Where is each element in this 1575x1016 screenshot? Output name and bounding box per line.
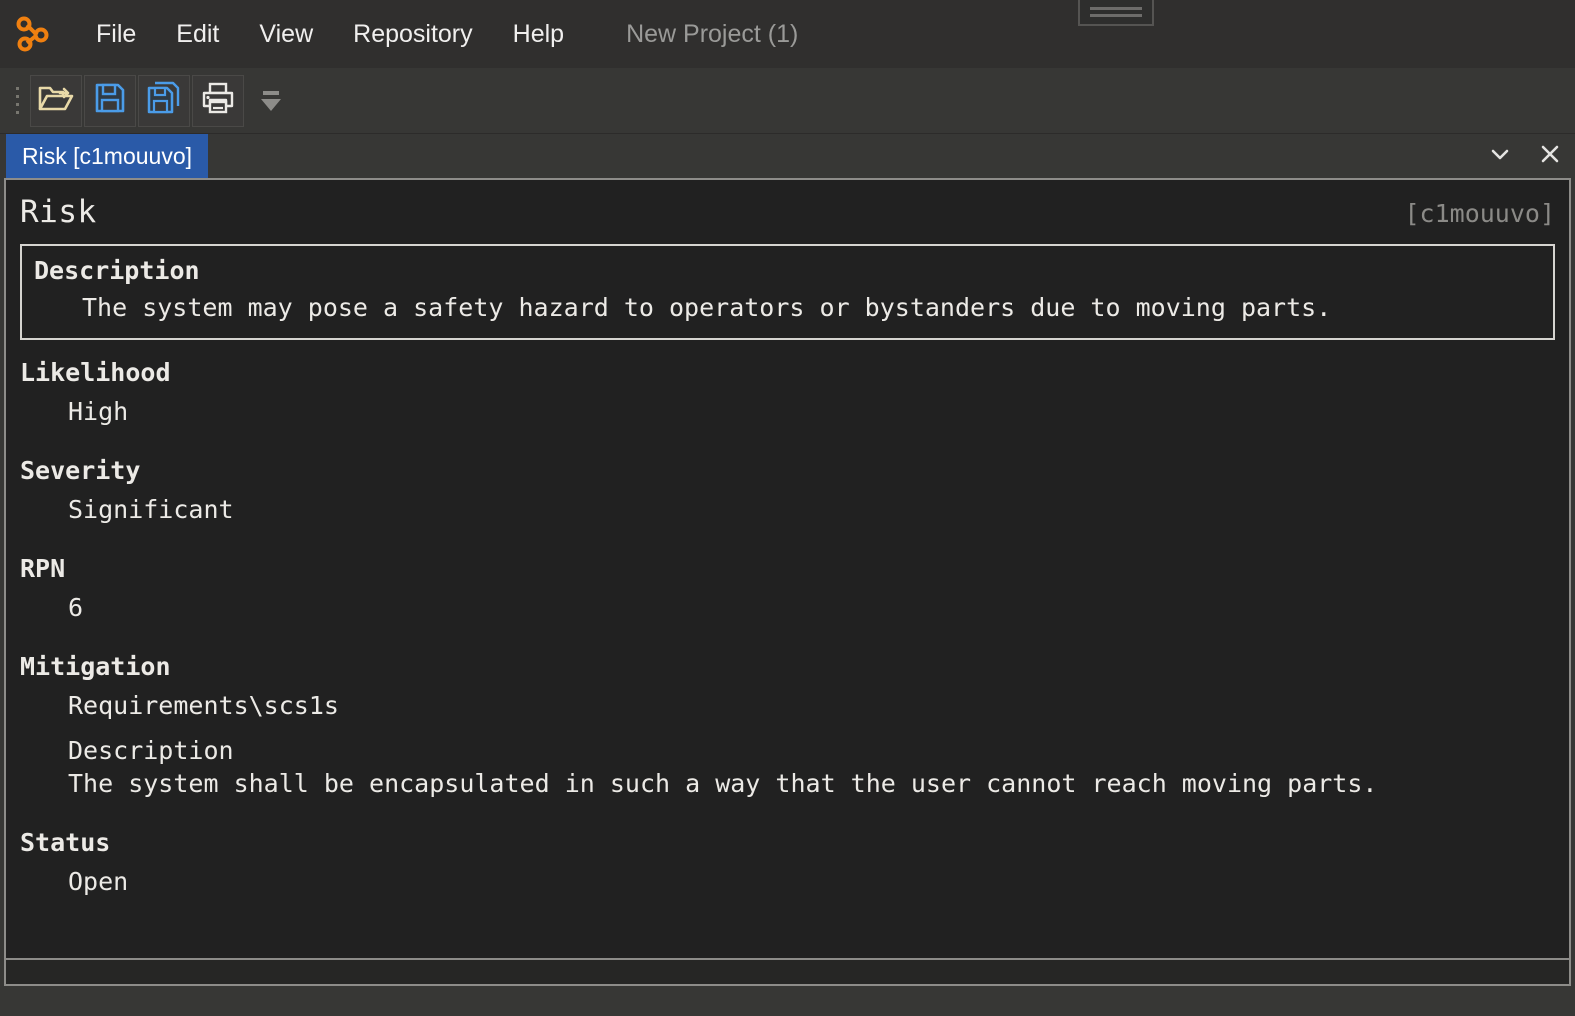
tab-strip-spacer bbox=[208, 134, 1475, 178]
mitigation-description-value: The system shall be encapsulated in such… bbox=[68, 769, 1378, 798]
menu-view[interactable]: View bbox=[239, 14, 333, 55]
tab-close-button[interactable] bbox=[1525, 134, 1575, 178]
panel-footer-strip bbox=[6, 958, 1569, 984]
app-logo-icon bbox=[12, 13, 54, 55]
toolbar-drag-grip[interactable] bbox=[10, 80, 24, 122]
document-panel: Risk [c1mouuvo] Description The system m… bbox=[4, 178, 1571, 986]
rpn-value: 6 bbox=[68, 593, 84, 622]
mitigation-description-label: Description bbox=[68, 736, 234, 765]
severity-label: Severity bbox=[20, 456, 141, 485]
document-header: Risk [c1mouuvo] bbox=[20, 190, 1555, 244]
save-as-button[interactable] bbox=[138, 74, 190, 127]
severity-field: Severity Significant bbox=[20, 456, 1555, 524]
likelihood-label: Likelihood bbox=[20, 358, 171, 387]
mitigation-label: Mitigation bbox=[20, 652, 171, 681]
menu-repository[interactable]: Repository bbox=[333, 14, 493, 55]
main-toolbar bbox=[0, 68, 1575, 134]
tab-strip: Risk [c1mouuvo] bbox=[0, 134, 1575, 178]
menu-edit[interactable]: Edit bbox=[156, 14, 239, 55]
grip-dot bbox=[15, 103, 19, 106]
chevron-down-icon bbox=[1487, 141, 1513, 172]
menu-bar: File Edit View Repository Help New Proje… bbox=[0, 0, 1575, 68]
tab-risk[interactable]: Risk [c1mouuvo] bbox=[6, 134, 209, 178]
save-button[interactable] bbox=[84, 74, 136, 127]
document-content: Risk [c1mouuvo] Description The system m… bbox=[6, 180, 1569, 958]
rpn-field: RPN 6 bbox=[20, 554, 1555, 622]
grip-dot bbox=[15, 87, 19, 90]
rpn-label: RPN bbox=[20, 554, 66, 583]
status-value: Open bbox=[68, 867, 129, 896]
status-label: Status bbox=[20, 828, 111, 857]
description-value: The system may pose a safety hazard to o… bbox=[82, 293, 1332, 322]
status-field: Status Open bbox=[20, 828, 1555, 896]
toolbar-overflow-chevron-icon bbox=[261, 98, 281, 111]
likelihood-field: Likelihood High bbox=[20, 358, 1555, 426]
toolbar-overflow-dash bbox=[263, 90, 279, 95]
menu-file[interactable]: File bbox=[76, 14, 156, 55]
tab-list-button[interactable] bbox=[1475, 134, 1525, 178]
open-folder-icon bbox=[38, 82, 74, 119]
window-dock-handle[interactable] bbox=[1078, 0, 1154, 26]
document-id-label: [c1mouuvo] bbox=[1404, 199, 1555, 228]
grip-dot bbox=[15, 111, 19, 114]
toolbar-overflow-button[interactable] bbox=[254, 75, 288, 127]
printer-icon bbox=[201, 82, 235, 119]
project-name-label: New Project (1) bbox=[626, 19, 799, 48]
close-icon bbox=[1537, 141, 1563, 172]
severity-value: Significant bbox=[68, 495, 234, 524]
document-panel-wrapper: Risk [c1mouuvo] Description The system m… bbox=[0, 178, 1575, 990]
menu-help[interactable]: Help bbox=[493, 14, 584, 55]
open-button[interactable] bbox=[30, 74, 82, 127]
save-floppy-icon bbox=[94, 82, 126, 119]
likelihood-value: High bbox=[68, 397, 129, 426]
grip-dot bbox=[15, 95, 19, 98]
mitigation-field: Mitigation Requirements\scs1s Descriptio… bbox=[20, 652, 1555, 798]
mitigation-value: Requirements\scs1s bbox=[68, 691, 339, 720]
page-title: Risk bbox=[20, 194, 97, 230]
print-button[interactable] bbox=[192, 74, 244, 127]
dock-handle-line bbox=[1090, 7, 1142, 10]
dock-handle-line bbox=[1090, 14, 1142, 17]
description-label: Description bbox=[34, 256, 200, 285]
save-as-floppy-icon bbox=[147, 81, 181, 120]
description-field: Description The system may pose a safety… bbox=[20, 244, 1555, 340]
